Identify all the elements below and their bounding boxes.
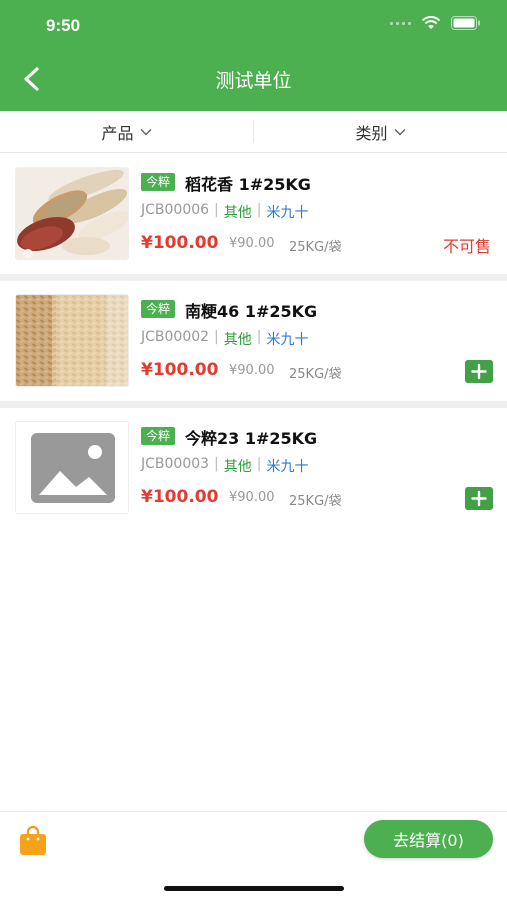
product-unit: 25KG/袋	[289, 367, 342, 382]
product-unit: 25KG/袋	[289, 240, 342, 255]
signal-icon	[390, 21, 411, 25]
product-name: 稻花香 1#25KG	[185, 175, 311, 194]
page-title: 测试单位	[215, 70, 292, 92]
divider	[0, 274, 507, 281]
product-code: JCB00006	[141, 202, 210, 218]
battery-icon	[451, 16, 480, 30]
product-brand: 米九十	[266, 459, 309, 475]
product-brand: 米九十	[266, 332, 309, 348]
filter-product[interactable]: 产品	[0, 111, 253, 152]
product-unit: 25KG/袋	[289, 494, 342, 509]
add-to-cart-button[interactable]	[465, 487, 493, 510]
filter-category[interactable]: 类别	[253, 120, 507, 143]
product-image-rice-scoops	[15, 167, 129, 260]
product-meta: JCB00006 | 其他 | 米九十	[141, 202, 309, 221]
product-price: ¥100.00	[141, 233, 219, 253]
wifi-icon	[421, 16, 441, 29]
product-category: 其他	[223, 332, 252, 348]
brand-tag: 今粹	[141, 427, 176, 445]
status-icons	[390, 16, 481, 30]
shopping-bag-icon[interactable]	[18, 824, 48, 856]
status-time: 9:50	[46, 16, 81, 35]
product-image-placeholder	[15, 421, 129, 514]
filter-category-label: 类别	[355, 123, 388, 143]
product-card[interactable]: 今粹 今粹23 1#25KG JCB00003 | 其他 | 米九十 ¥100.…	[0, 408, 507, 528]
bottom-bar: 去结算(0)	[0, 811, 507, 900]
product-list: 今粹 稻花香 1#25KG JCB00006 | 其他 | 米九十 ¥100.0…	[0, 154, 507, 528]
filter-product-label: 产品	[101, 123, 134, 143]
app-header: 9:50 测试单位	[0, 0, 507, 111]
product-category: 其他	[223, 459, 252, 475]
product-code: JCB00003	[141, 456, 210, 472]
chevron-down-icon	[139, 128, 152, 136]
filter-bar: 产品 类别	[0, 111, 507, 153]
product-code: JCB00002	[141, 329, 210, 345]
product-category: 其他	[223, 205, 252, 221]
product-meta: JCB00003 | 其他 | 米九十	[141, 456, 309, 475]
brand-tag: 今粹	[141, 173, 176, 191]
divider	[0, 401, 507, 408]
product-name: 南粳46 1#25KG	[185, 302, 318, 321]
product-price: ¥100.00	[141, 487, 219, 507]
product-original-price: ¥90.00	[229, 236, 275, 251]
brand-tag: 今粹	[141, 300, 176, 318]
home-indicator	[164, 886, 344, 891]
add-to-cart-button[interactable]	[465, 360, 493, 383]
product-name: 今粹23 1#25KG	[185, 429, 318, 448]
product-card[interactable]: 今粹 南粳46 1#25KG JCB00002 | 其他 | 米九十 ¥100.…	[0, 281, 507, 401]
chevron-down-icon	[393, 128, 406, 136]
product-price: ¥100.00	[141, 360, 219, 380]
product-brand: 米九十	[266, 205, 309, 221]
product-card[interactable]: 今粹 稻花香 1#25KG JCB00006 | 其他 | 米九十 ¥100.0…	[0, 154, 507, 274]
product-original-price: ¥90.00	[229, 363, 275, 378]
checkout-button[interactable]: 去结算(0)	[364, 820, 493, 858]
product-meta: JCB00002 | 其他 | 米九十	[141, 329, 309, 348]
not-for-sale-label: 不可售	[442, 237, 491, 256]
product-image-rice-grains	[15, 294, 129, 387]
product-original-price: ¥90.00	[229, 490, 275, 505]
